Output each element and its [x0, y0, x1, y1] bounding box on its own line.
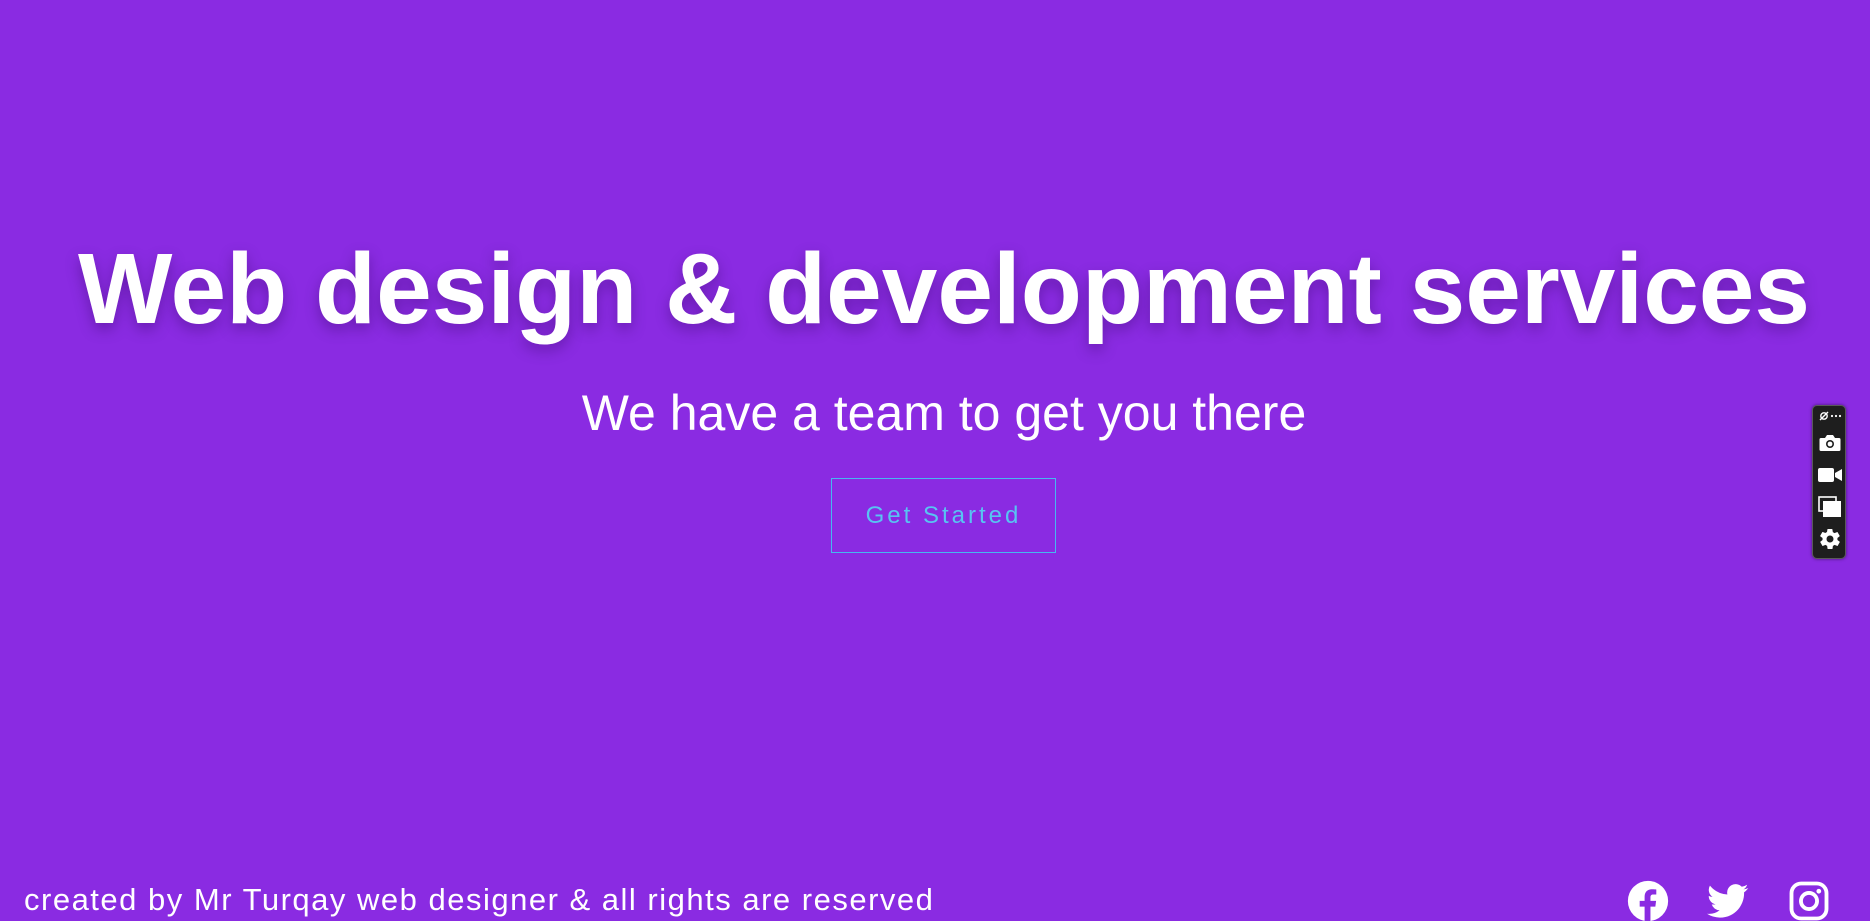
hero-subheadline: We have a team to get you there [581, 385, 1307, 441]
hero-headline: Web design & development services [77, 233, 1811, 345]
camera-icon[interactable] [1817, 430, 1843, 456]
link-more-icon[interactable] [1817, 409, 1843, 423]
instagram-link[interactable] [1788, 880, 1830, 921]
get-started-button[interactable]: Get Started [831, 478, 1056, 553]
footer-credit: created by Mr Turqay web designer & all … [24, 882, 935, 917]
instagram-icon [1789, 881, 1829, 921]
facebook-link[interactable] [1627, 880, 1669, 921]
facebook-icon [1627, 880, 1669, 921]
gear-icon[interactable] [1817, 525, 1843, 553]
video-camera-icon[interactable] [1817, 462, 1843, 488]
capture-toolbar [1812, 405, 1846, 559]
twitter-link[interactable] [1707, 880, 1749, 921]
hero-section: Web design & development services We hav… [0, 0, 1870, 921]
windows-icon[interactable] [1817, 494, 1843, 520]
twitter-icon [1707, 884, 1749, 918]
page: Web design & development services We hav… [0, 0, 1870, 921]
